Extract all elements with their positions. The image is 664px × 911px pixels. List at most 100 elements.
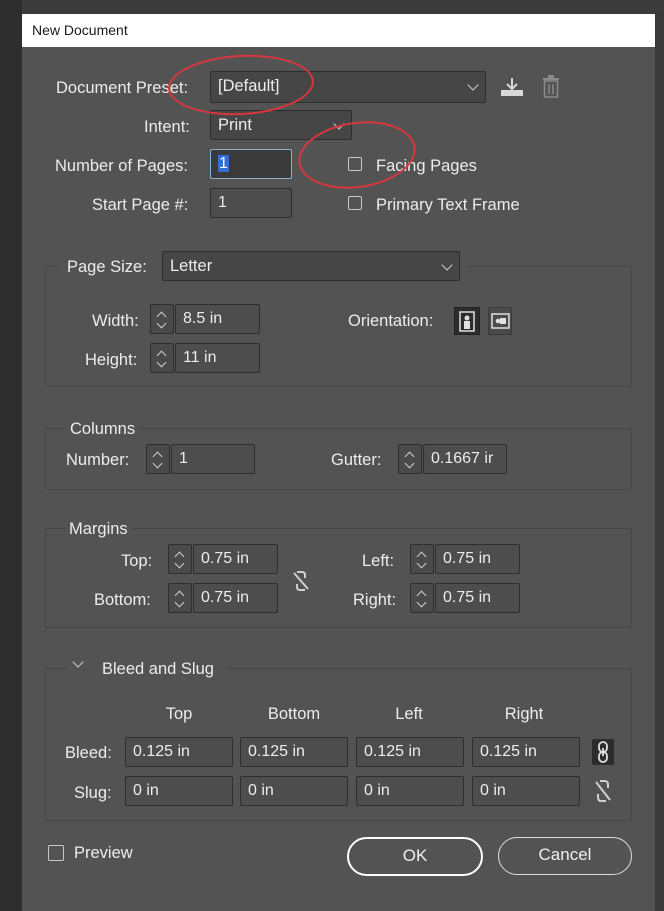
start-page-input[interactable]: 1 bbox=[210, 188, 292, 218]
slug-right-value: 0 in bbox=[480, 782, 506, 799]
unlink-slug-icon[interactable] bbox=[592, 778, 614, 804]
slug-left-value: 0 in bbox=[364, 782, 390, 799]
app-right-panel-strip bbox=[655, 14, 664, 911]
margin-left-value: 0.75 in bbox=[443, 550, 492, 567]
margin-bottom-label: Bottom: bbox=[94, 591, 151, 609]
bleed-slug-title[interactable]: Bleed and Slug bbox=[102, 659, 214, 679]
slug-bottom-value: 0 in bbox=[248, 782, 274, 799]
chevron-down-icon bbox=[416, 558, 427, 569]
dialog-title-bar[interactable]: New Document bbox=[22, 14, 655, 47]
orientation-label: Orientation: bbox=[348, 312, 434, 330]
bleed-right-value: 0.125 in bbox=[480, 743, 537, 760]
width-label: Width: bbox=[92, 312, 139, 330]
margins-title: Margins bbox=[65, 519, 132, 539]
margins-group bbox=[45, 528, 632, 628]
portrait-button[interactable] bbox=[454, 307, 480, 335]
bleed-bottom-input[interactable]: 0.125 in bbox=[240, 737, 348, 767]
slug-top-value: 0 in bbox=[133, 782, 159, 799]
ok-button[interactable]: OK bbox=[347, 837, 483, 876]
col-header-top: Top bbox=[165, 705, 193, 723]
margin-bottom-stepper[interactable] bbox=[168, 583, 192, 613]
margin-top-label: Top: bbox=[121, 552, 153, 570]
bleed-left-input[interactable]: 0.125 in bbox=[356, 737, 464, 767]
gutter-label: Gutter: bbox=[331, 451, 382, 469]
bleed-right-input[interactable]: 0.125 in bbox=[472, 737, 580, 767]
chevron-down-icon bbox=[156, 357, 167, 368]
slug-right-input[interactable]: 0 in bbox=[472, 776, 580, 806]
save-preset-icon[interactable] bbox=[499, 76, 525, 98]
height-value: 11 in bbox=[183, 349, 217, 366]
unlink-margins-icon[interactable] bbox=[290, 569, 312, 593]
col-header-bottom: Bottom bbox=[267, 705, 321, 723]
start-page-label: Start Page #: bbox=[92, 196, 189, 214]
columns-number-stepper[interactable] bbox=[146, 444, 170, 474]
chevron-down-icon bbox=[416, 597, 427, 608]
start-page-value: 1 bbox=[218, 194, 227, 211]
chevron-down-icon bbox=[404, 458, 415, 469]
width-stepper[interactable] bbox=[150, 304, 174, 334]
pages-input[interactable]: 1 bbox=[210, 149, 292, 179]
portrait-icon bbox=[459, 311, 475, 332]
link-bleed-button[interactable] bbox=[592, 739, 614, 765]
new-document-dialog: Document Preset: [Default] Intent: Print… bbox=[22, 47, 655, 911]
link-chain-icon bbox=[598, 741, 608, 763]
preview-label: Preview bbox=[74, 844, 133, 862]
dialog-title: New Document bbox=[32, 22, 128, 38]
columns-title: Columns bbox=[66, 419, 140, 439]
pages-label: Number of Pages: bbox=[55, 157, 188, 175]
chevron-down-icon bbox=[156, 318, 167, 329]
col-header-right: Right bbox=[504, 705, 544, 723]
primary-text-frame-checkbox[interactable] bbox=[348, 196, 362, 210]
margin-right-label: Right: bbox=[353, 591, 397, 609]
intent-value: Print bbox=[218, 116, 252, 134]
margin-top-input[interactable]: 0.75 in bbox=[193, 544, 278, 574]
landscape-icon bbox=[491, 313, 510, 329]
height-stepper[interactable] bbox=[150, 343, 174, 373]
pages-value: 1 bbox=[218, 155, 229, 172]
bleed-top-input[interactable]: 0.125 in bbox=[125, 737, 233, 767]
slug-left-input[interactable]: 0 in bbox=[356, 776, 464, 806]
chevron-down-icon bbox=[467, 79, 479, 91]
cancel-button[interactable]: Cancel bbox=[498, 837, 632, 875]
slug-bottom-input[interactable]: 0 in bbox=[240, 776, 348, 806]
chevron-down-icon bbox=[152, 458, 163, 469]
slug-label: Slug: bbox=[74, 784, 112, 802]
margin-bottom-input[interactable]: 0.75 in bbox=[193, 583, 278, 613]
margin-right-input[interactable]: 0.75 in bbox=[435, 583, 520, 613]
margin-left-label: Left: bbox=[362, 552, 395, 570]
trash-icon[interactable] bbox=[541, 75, 561, 99]
height-input[interactable]: 11 in bbox=[175, 343, 260, 373]
app-left-panel-strip bbox=[0, 0, 22, 911]
chevron-down-icon bbox=[174, 597, 185, 608]
margin-bottom-value: 0.75 in bbox=[201, 589, 250, 606]
margin-left-stepper[interactable] bbox=[410, 544, 434, 574]
col-header-left: Left bbox=[395, 705, 423, 723]
primary-text-frame-label: Primary Text Frame bbox=[376, 196, 520, 214]
bleed-left-value: 0.125 in bbox=[364, 743, 421, 760]
bleed-bottom-value: 0.125 in bbox=[248, 743, 305, 760]
gutter-input[interactable]: 0.1667 ir bbox=[423, 444, 507, 474]
width-value: 8.5 in bbox=[183, 310, 223, 327]
landscape-button[interactable] bbox=[488, 307, 512, 335]
margin-right-value: 0.75 in bbox=[443, 589, 492, 606]
preview-checkbox[interactable] bbox=[48, 845, 64, 861]
gutter-stepper[interactable] bbox=[398, 444, 422, 474]
bleed-top-value: 0.125 in bbox=[133, 743, 190, 760]
width-input[interactable]: 8.5 in bbox=[175, 304, 260, 334]
height-label: Height: bbox=[85, 351, 138, 369]
margin-top-value: 0.75 in bbox=[201, 550, 250, 567]
page-size-label: Page Size: bbox=[67, 258, 147, 276]
slug-top-input[interactable]: 0 in bbox=[125, 776, 233, 806]
margin-right-stepper[interactable] bbox=[410, 583, 434, 613]
chevron-down-icon bbox=[174, 558, 185, 569]
margin-top-stepper[interactable] bbox=[168, 544, 192, 574]
bleed-label: Bleed: bbox=[65, 744, 112, 762]
columns-number-label: Number: bbox=[66, 451, 130, 469]
chevron-down-icon bbox=[441, 259, 453, 271]
intent-label: Intent: bbox=[144, 118, 190, 136]
columns-number-input[interactable]: 1 bbox=[171, 444, 255, 474]
page-size-dropdown[interactable]: Letter bbox=[162, 251, 460, 281]
annotation-circle-preset bbox=[166, 51, 316, 119]
margin-left-input[interactable]: 0.75 in bbox=[435, 544, 520, 574]
app-toolbar-strip bbox=[0, 0, 664, 14]
